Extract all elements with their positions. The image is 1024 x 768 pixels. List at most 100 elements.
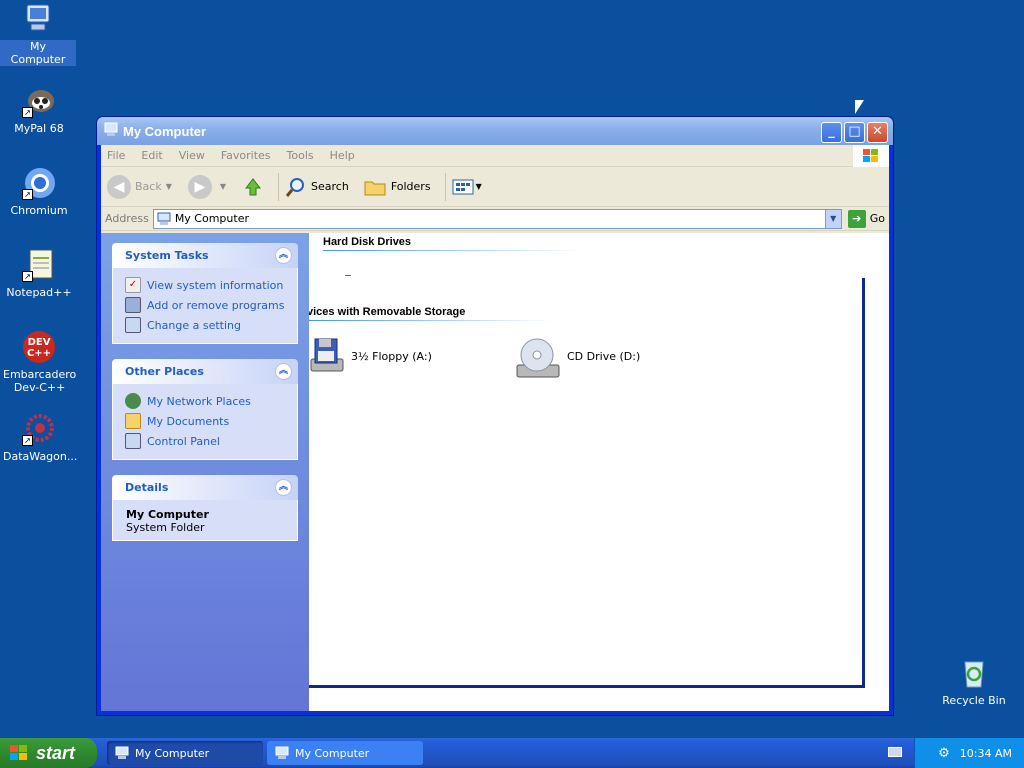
place-my-network-places[interactable]: My Network Places — [125, 391, 287, 411]
task-pane: System Tasks ︽ ✓ View system information… — [101, 233, 309, 711]
address-dropdown-button[interactable]: ▼ — [824, 209, 841, 228]
taskbar-button-my-computer-2[interactable]: My Computer — [267, 741, 423, 765]
task-view-system-information[interactable]: ✓ View system information — [125, 275, 287, 295]
chromium-icon: ↗ — [22, 166, 56, 200]
search-label: Search — [311, 180, 349, 193]
windows-flag-icon — [853, 145, 889, 167]
desktop-icon-notepadpp[interactable]: ↗ Notepad++ — [1, 248, 77, 299]
windows-flag-icon — [10, 745, 27, 760]
folders-label: Folders — [390, 180, 431, 193]
notepad-icon: ↗ — [22, 248, 56, 282]
up-folder-button[interactable] — [242, 176, 264, 198]
place-my-documents[interactable]: My Documents — [125, 411, 287, 431]
desktop-icon-label: Notepad++ — [6, 286, 72, 299]
window-titlebar[interactable]: My Computer _ □ ✕ — [97, 117, 893, 145]
views-button[interactable]: ▼ — [452, 178, 490, 196]
system-tasks-panel: System Tasks ︽ ✓ View system information… — [112, 243, 298, 344]
back-button[interactable]: ◀ Back ▼ — [107, 174, 180, 199]
menu-tools[interactable]: Tools — [287, 149, 314, 162]
window-computer-icon — [103, 122, 119, 141]
drive-label: 3½ Floppy (A:) — [351, 349, 432, 363]
clock[interactable]: 10:34 AM — [960, 747, 1012, 760]
datawagon-icon: ↗ — [22, 412, 56, 446]
taskbar-button-label: My Computer — [135, 746, 210, 760]
address-label: Address — [105, 212, 149, 225]
other-places-panel: Other Places ︽ My Network Places My Docu… — [112, 359, 298, 460]
address-value: My Computer — [174, 212, 249, 225]
my-computer-window: My Computer _ □ ✕ File Edit View Favorit… — [96, 116, 894, 716]
views-dropdown-icon: ▼ — [475, 182, 482, 191]
close-button[interactable]: ✕ — [867, 122, 888, 143]
desktop-icon-mypal[interactable]: ↗ MyPal 68 — [1, 84, 77, 135]
search-button[interactable]: Search — [285, 176, 349, 198]
details-header[interactable]: Details ︽ — [112, 475, 298, 500]
menu-edit[interactable]: Edit — [141, 149, 162, 162]
desktop-icon-label: Recycle Bin — [942, 694, 1006, 707]
address-field[interactable]: My Computer ▼ — [152, 208, 842, 229]
details-panel: Details ︽ My Computer System Folder — [112, 475, 298, 541]
drive-cd-d[interactable]: CD Drive (D:) — [515, 337, 640, 378]
shortcut-arrow-icon: ↗ — [22, 189, 33, 200]
standard-toolbar: ◀ Back ▼ ▶ ▼ Search Folders ▼ — [101, 167, 889, 207]
forward-button[interactable]: ▶ ▼ — [187, 174, 234, 199]
group-divider — [309, 320, 554, 321]
control-panel-icon — [125, 433, 141, 449]
task-change-setting[interactable]: Change a setting — [125, 315, 287, 335]
back-dropdown-icon[interactable]: ▼ — [166, 182, 172, 191]
task-label: Change a setting — [147, 318, 241, 332]
desktop-icon-label: Embarcadero Dev-C++ — [3, 368, 77, 394]
window-title: My Computer — [123, 123, 207, 139]
maximize-button[interactable]: □ — [844, 122, 865, 143]
placeholder-mark — [345, 275, 351, 276]
other-places-header[interactable]: Other Places ︽ — [112, 359, 298, 384]
place-label: My Documents — [147, 414, 230, 428]
menu-view[interactable]: View — [179, 149, 205, 162]
add-remove-programs-icon — [125, 297, 141, 313]
minimize-button[interactable]: _ — [821, 122, 842, 143]
group-header-hard-disk-drives: Hard Disk Drives — [323, 236, 412, 248]
task-add-remove-programs[interactable]: Add or remove programs — [125, 295, 287, 315]
details-name: My Computer — [126, 508, 209, 521]
back-arrow-icon: ◀ — [107, 174, 131, 199]
search-icon — [285, 177, 305, 197]
taskbar-button-my-computer[interactable]: My Computer — [107, 741, 263, 765]
floppy-icon — [309, 337, 345, 375]
address-bar: Address My Computer ▼ ➔ Go — [101, 207, 889, 231]
desktop-icon-devcpp[interactable]: DEV C++ Embarcadero Dev-C++ — [1, 330, 77, 394]
devcpp-icon: DEV C++ — [22, 330, 56, 364]
computer-icon — [115, 746, 129, 759]
other-places-title: Other Places — [125, 365, 204, 378]
menu-file[interactable]: File — [107, 149, 125, 162]
toolbar-separator — [444, 172, 446, 201]
drive-floppy-a[interactable]: 3½ Floppy (A:) — [309, 337, 432, 375]
start-button[interactable]: start — [0, 738, 97, 768]
desktop-icon-datawagon[interactable]: ↗ DataWagon... — [1, 412, 77, 463]
menu-favorites[interactable]: Favorites — [221, 149, 271, 162]
collapse-chevron-icon[interactable]: ︽ — [275, 247, 292, 264]
content-pane[interactable]: Hard Disk Drives vices with Removable St… — [309, 233, 889, 711]
desktop-icon-chromium[interactable]: ↗ Chromium — [1, 166, 77, 217]
recycle-bin-icon — [957, 656, 991, 690]
go-button[interactable]: ➔ Go — [847, 209, 885, 228]
forward-dropdown-icon[interactable]: ▼ — [220, 182, 226, 191]
keyboard-icon[interactable] — [888, 747, 902, 757]
place-control-panel[interactable]: Control Panel — [125, 431, 287, 451]
network-places-icon — [125, 393, 141, 409]
system-tasks-header[interactable]: System Tasks ︽ — [112, 243, 298, 268]
shortcut-arrow-icon: ↗ — [22, 435, 33, 446]
tray-app-icon[interactable]: ⚙ — [938, 746, 950, 761]
go-label: Go — [869, 212, 885, 225]
desktop-icon-recycle-bin[interactable]: Recycle Bin — [936, 656, 1012, 707]
task-label: View system information — [147, 278, 284, 292]
up-arrow-icon — [245, 177, 262, 195]
menu-help[interactable]: Help — [330, 149, 355, 162]
desktop-icon-label: DataWagon... — [3, 450, 78, 463]
folders-button[interactable]: Folders — [363, 177, 431, 197]
computer-icon — [21, 2, 55, 36]
views-icon — [452, 179, 474, 194]
desktop-icon-my-computer[interactable]: My Computer — [0, 2, 76, 66]
details-title: Details — [125, 481, 169, 494]
collapse-chevron-icon[interactable]: ︽ — [275, 363, 292, 380]
taskbar-button-label: My Computer — [295, 746, 370, 760]
collapse-chevron-icon[interactable]: ︽ — [275, 479, 292, 496]
